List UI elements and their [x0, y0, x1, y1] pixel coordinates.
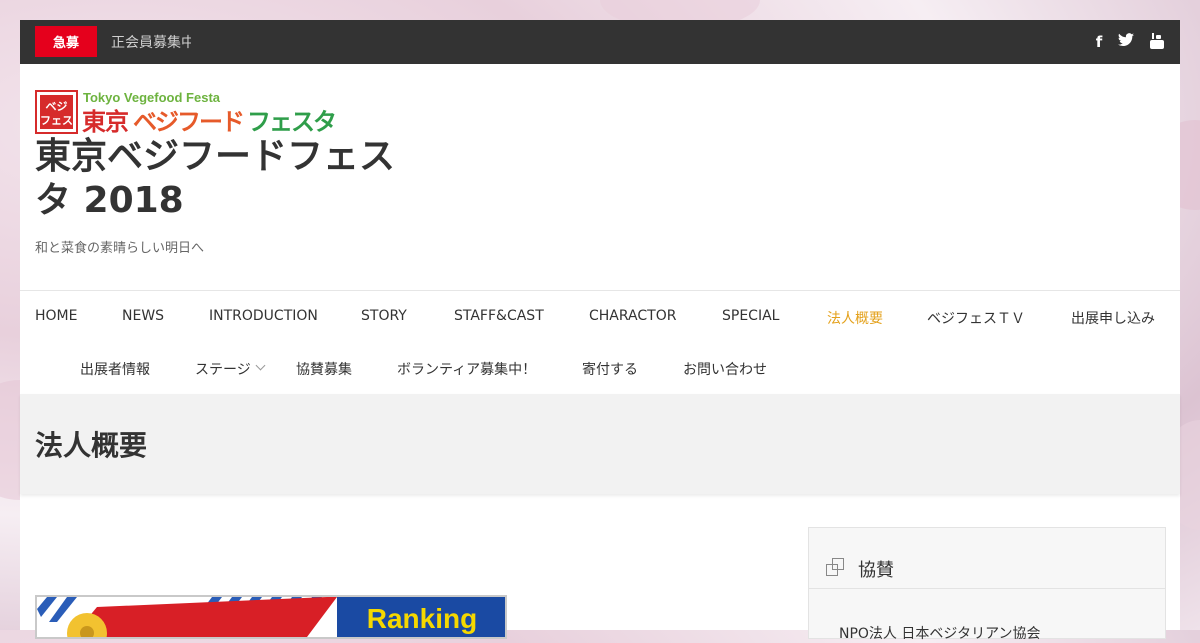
- nav-item-contact[interactable]: お問い合わせ: [683, 359, 767, 379]
- nav-item-donate[interactable]: 寄付する: [582, 359, 638, 379]
- page-container: 急募 正会員募集中 f ベジ フェス Tokyo Vegefood Festa …: [20, 20, 1180, 642]
- nav-item-story[interactable]: STORY: [361, 308, 407, 324]
- nav-item-vegefes-tv[interactable]: ベジフェスＴＶ: [927, 308, 1025, 328]
- page-title: 法人概要: [35, 429, 148, 462]
- sponsor-link[interactable]: NPO法人 日本ベジタリアン協会: [839, 623, 1041, 643]
- nav-item-stage[interactable]: ステージ: [195, 359, 251, 379]
- nav-item-exhibitors[interactable]: 出展者情報: [80, 359, 150, 379]
- ranking-banner[interactable]: Ranking: [35, 595, 507, 639]
- nav-item-special[interactable]: SPECIAL: [722, 308, 779, 324]
- nav-item-home[interactable]: HOME: [35, 308, 77, 324]
- widget-squares-icon: [826, 558, 844, 576]
- nav-item-corporate-profile[interactable]: 法人概要: [827, 308, 883, 328]
- site-title[interactable]: 東京ベジフードフェスタ 2018: [35, 135, 395, 223]
- nav-item-volunteer[interactable]: ボランティア募集中！: [397, 359, 536, 379]
- youtube-icon[interactable]: [1149, 33, 1165, 51]
- site-tagline: 和と菜食の素晴らしい明日へ: [35, 241, 205, 256]
- facebook-icon[interactable]: f: [1091, 33, 1107, 51]
- chevron-down-icon: [255, 360, 266, 371]
- main-navigation: HOME NEWS INTRODUCTION STORY STAFF&CAST …: [20, 290, 1180, 395]
- nav-item-news[interactable]: NEWS: [122, 308, 164, 324]
- page-header: 法人概要: [20, 394, 1180, 494]
- svg-text:Ranking: Ranking: [367, 603, 477, 634]
- urgent-badge: 急募: [35, 26, 97, 57]
- widget-title: 協賛: [858, 560, 894, 581]
- nav-item-charactor[interactable]: CHARACTOR: [589, 308, 676, 324]
- nav-item-introduction[interactable]: INTRODUCTION: [209, 308, 318, 324]
- svg-text:ベジフード: ベジフード: [133, 108, 243, 136]
- nav-item-exhibit-apply[interactable]: 出展申し込み: [1071, 308, 1155, 328]
- svg-text:フェス: フェス: [40, 114, 73, 127]
- news-ticker[interactable]: 正会員募集中: [111, 32, 191, 52]
- sponsor-widget: 協賛 NPO法人 日本ベジタリアン協会: [808, 527, 1166, 642]
- svg-text:Tokyo Vegefood Festa: Tokyo Vegefood Festa: [83, 90, 221, 105]
- site-logo[interactable]: ベジ フェス Tokyo Vegefood Festa 東京 ベジフード フェス…: [35, 90, 337, 136]
- widget-divider: [809, 588, 1165, 589]
- svg-text:フェスタ: フェスタ: [247, 108, 335, 136]
- twitter-icon[interactable]: [1118, 33, 1134, 51]
- svg-text:ベジ: ベジ: [46, 100, 68, 113]
- nav-item-sponsor-recruit[interactable]: 協賛募集: [296, 359, 352, 379]
- top-bar: 急募 正会員募集中 f: [20, 20, 1180, 64]
- nav-item-staff-cast[interactable]: STAFF&CAST: [454, 308, 544, 324]
- svg-text:東京: 東京: [82, 108, 128, 136]
